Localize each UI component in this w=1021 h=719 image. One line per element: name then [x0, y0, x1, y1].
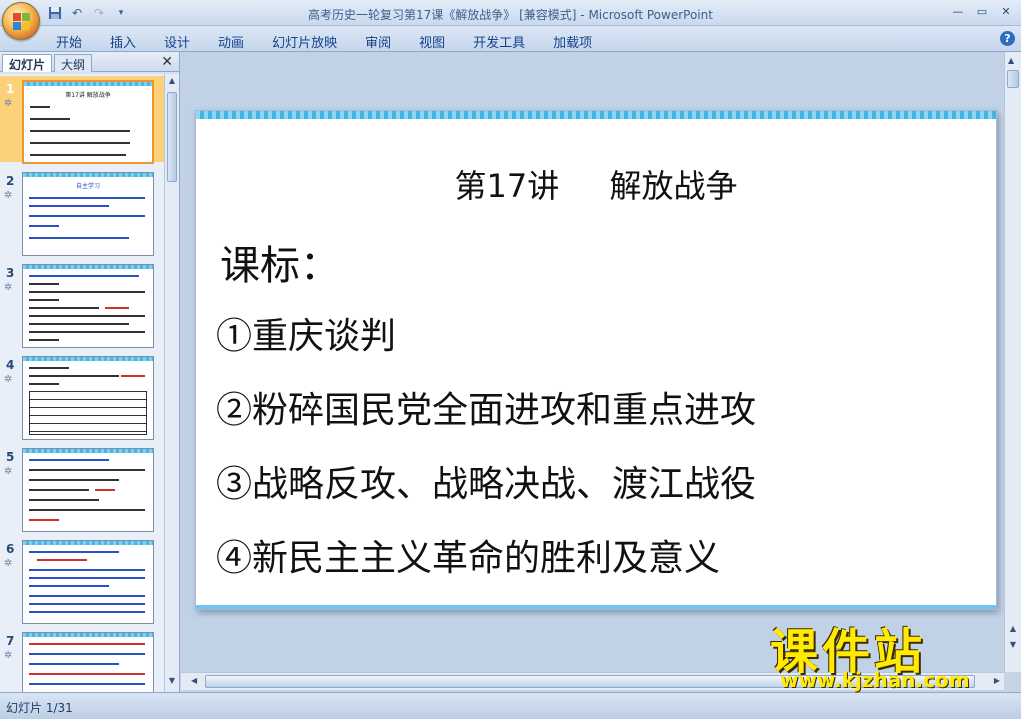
minimize-button[interactable]: —: [947, 2, 969, 20]
tab-addins[interactable]: 加载项: [539, 30, 606, 53]
tab-design[interactable]: 设计: [150, 30, 204, 53]
slide-preview: [22, 540, 154, 624]
slide-thumbnail-3[interactable]: 3 ✲: [0, 260, 164, 348]
slide-thumbnail-2[interactable]: 2 ✲ 自主学习: [0, 168, 164, 256]
slide-body[interactable]: ①重庆谈判 ②粉碎国民党全面进攻和重点进攻 ③战略反攻、战略决战、渡江战役 ④新…: [216, 307, 756, 603]
close-button[interactable]: ✕: [995, 2, 1017, 20]
status-bar: 幻灯片 1/31: [0, 692, 1021, 719]
office-button[interactable]: [2, 2, 40, 40]
office-logo-icon: [13, 13, 31, 31]
tab-insert[interactable]: 插入: [96, 30, 150, 53]
slide-top-band: [196, 111, 996, 119]
help-icon[interactable]: ?: [1000, 31, 1015, 46]
thumbnail-list: 1 ✲ 第17讲 解放战争 2 ✲ 自主学习 3 ✲ 4 ✲ 5 ✲ 6 ✲ 7…: [0, 74, 164, 692]
watermark-logo: 课件站 www.kjzhan.com: [760, 612, 1020, 692]
slide-preview-title: 第17讲 解放战争: [65, 92, 111, 99]
animation-star-icon: ✲: [4, 466, 13, 477]
tab-home[interactable]: 开始: [42, 30, 96, 53]
animation-star-icon: ✲: [4, 558, 13, 569]
pane-scrollbar[interactable]: ▲ ▼: [164, 74, 179, 692]
slide-number: 1: [6, 82, 15, 96]
vertical-scrollbar[interactable]: ▲ ▲ ▼: [1004, 52, 1021, 672]
slide-item: ③战略反攻、战略决战、渡江战役: [216, 464, 757, 505]
window-title: 高考历史一轮复习第17课《解放战争》 [兼容模式] - Microsoft Po…: [0, 6, 1021, 23]
slide-number: 4: [6, 358, 15, 372]
slide-workspace: 第17讲 解放战争 课标： ①重庆谈判 ②粉碎国民党全面进攻和重点进攻 ③战略反…: [181, 52, 1004, 672]
slide-item: ①重庆谈判: [216, 316, 397, 357]
slide-canvas[interactable]: 第17讲 解放战争 课标： ①重庆谈判 ②粉碎国民党全面进攻和重点进攻 ③战略反…: [195, 110, 997, 610]
ribbon: 开始 插入 设计 动画 幻灯片放映 审阅 视图 开发工具 加载项 ?: [0, 26, 1021, 52]
close-icon[interactable]: ✕: [161, 54, 173, 70]
tab-developer[interactable]: 开发工具: [459, 30, 539, 53]
scroll-left-icon[interactable]: ◀: [191, 676, 197, 685]
slide-heading[interactable]: 课标：: [220, 233, 340, 291]
scroll-thumb[interactable]: [167, 92, 177, 182]
slide-title[interactable]: 第17讲 解放战争: [196, 161, 996, 207]
ribbon-tabs: 开始 插入 设计 动画 幻灯片放映 审阅 视图 开发工具 加载项: [42, 30, 606, 53]
slide-preview: [22, 356, 154, 440]
animation-star-icon: ✲: [4, 98, 13, 109]
scroll-up-icon[interactable]: ▲: [166, 76, 178, 90]
slide-thumbnail-6[interactable]: 6 ✲: [0, 536, 164, 624]
tab-outline[interactable]: 大纲: [54, 54, 93, 72]
document-title: 高考历史一轮复习第17课《解放战争》 [兼容模式] -: [308, 8, 589, 22]
scroll-up-icon[interactable]: ▲: [1008, 56, 1014, 65]
pane-tabs: 幻灯片 大纲 ✕: [0, 52, 179, 72]
slide-thumbnail-7[interactable]: 7 ✲: [0, 628, 164, 692]
slide-number: 7: [6, 634, 15, 648]
slide-preview: [22, 264, 154, 348]
app-name: Microsoft PowerPoint: [588, 8, 713, 22]
animation-star-icon: ✲: [4, 190, 13, 201]
slide-thumbnail-1[interactable]: 1 ✲ 第17讲 解放战争: [0, 76, 164, 164]
tab-animation[interactable]: 动画: [204, 30, 258, 53]
tab-slides[interactable]: 幻灯片: [2, 54, 53, 72]
slide-preview: [22, 448, 154, 532]
slide-preview: 自主学习: [22, 172, 154, 256]
slide-number: 2: [6, 174, 15, 188]
animation-star-icon: ✲: [4, 374, 13, 385]
slide-number: 5: [6, 450, 15, 464]
slide-indicator: 幻灯片 1/31: [6, 701, 73, 715]
slide-bottom-band: [196, 605, 996, 609]
slide-preview: 第17讲 解放战争: [22, 80, 154, 164]
window-controls: — ▭ ✕: [947, 2, 1017, 20]
scroll-thumb[interactable]: [1007, 70, 1019, 88]
animation-star-icon: ✲: [4, 650, 13, 661]
scroll-down-icon[interactable]: ▼: [166, 676, 178, 690]
watermark-url: www.kjzhan.com: [780, 668, 970, 692]
slide-number: 3: [6, 266, 15, 280]
tab-view[interactable]: 视图: [405, 30, 459, 53]
slide-item: ②粉碎国民党全面进攻和重点进攻: [216, 390, 757, 431]
slide-number: 6: [6, 542, 15, 556]
slides-pane: 幻灯片 大纲 ✕ 1 ✲ 第17讲 解放战争 2 ✲ 自主学习 3 ✲ 4 ✲ …: [0, 52, 180, 692]
maximize-button[interactable]: ▭: [971, 2, 993, 20]
title-bar: ↶ ↷ ▾ 高考历史一轮复习第17课《解放战争》 [兼容模式] - Micros…: [0, 0, 1021, 40]
slide-item: ④新民主主义革命的胜利及意义: [216, 538, 721, 579]
slide-preview-title: 自主学习: [75, 183, 100, 190]
slide-thumbnail-4[interactable]: 4 ✲: [0, 352, 164, 440]
animation-star-icon: ✲: [4, 282, 13, 293]
tab-review[interactable]: 审阅: [351, 30, 405, 53]
slide-preview: [22, 632, 154, 692]
tab-slideshow[interactable]: 幻灯片放映: [258, 30, 351, 53]
slide-thumbnail-5[interactable]: 5 ✲: [0, 444, 164, 532]
